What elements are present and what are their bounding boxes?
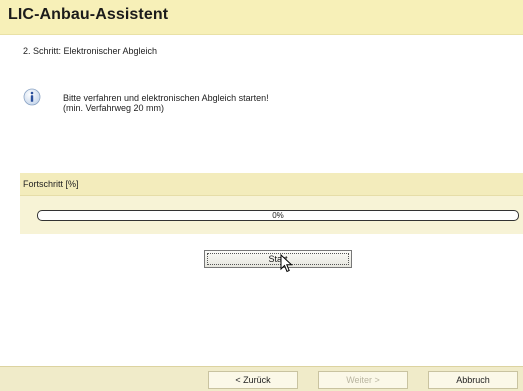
step-label: 2. Schritt: Elektronischer Abgleich (23, 46, 158, 56)
info-message-line2: (min. Verfahrweg 20 mm) (63, 103, 165, 113)
progress-header-label: Fortschritt [%] (23, 179, 79, 189)
info-icon (23, 88, 41, 106)
start-button-label: Start (268, 254, 288, 264)
title-bar: LIC-Anbau-Assistent (0, 0, 523, 35)
wizard-window: LIC-Anbau-Assistent 2. Schritt: Elektron… (0, 0, 523, 391)
back-button[interactable]: < Zurück (208, 371, 298, 389)
cancel-button[interactable]: Abbruch (428, 371, 518, 389)
progress-panel: Fortschritt [%] 0% (20, 173, 523, 234)
next-button[interactable]: Weiter > (318, 371, 408, 389)
progress-panel-header: Fortschritt [%] (20, 173, 523, 196)
start-button[interactable]: Start (204, 250, 352, 268)
info-message: Bitte verfahren und elektronischen Abgle… (63, 93, 269, 113)
info-message-line1: Bitte verfahren und elektronischen Abgle… (63, 93, 269, 103)
window-title: LIC-Anbau-Assistent (8, 6, 169, 23)
footer-bar: < Zurück Weiter > Abbruch (0, 366, 523, 391)
progress-bar: 0% (37, 210, 519, 221)
progress-percent-text: 0% (272, 211, 284, 220)
